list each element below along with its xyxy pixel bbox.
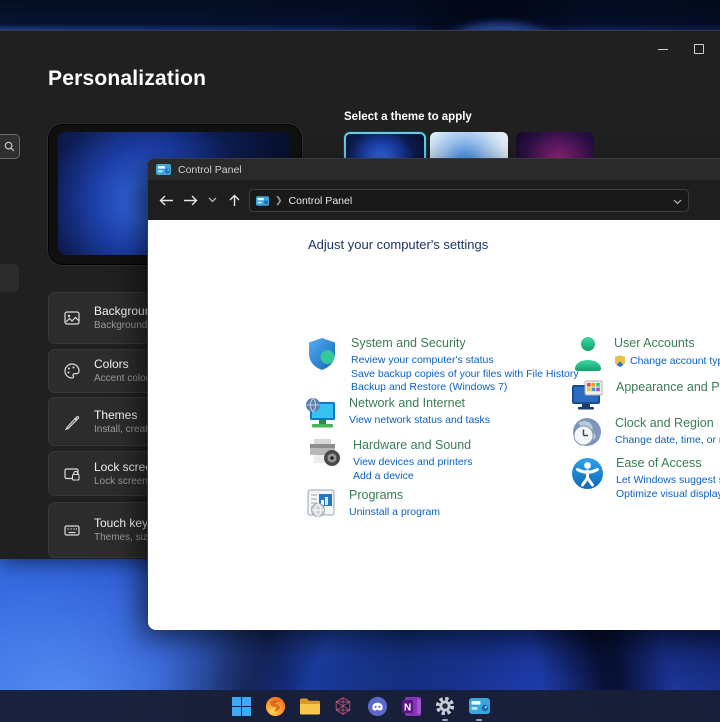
sidebar-item-sublabel: Accent color, — [94, 373, 152, 384]
windows-logo-icon — [231, 696, 251, 716]
programs-icon — [307, 489, 335, 517]
task-link[interactable]: Optimize visual display — [616, 488, 720, 501]
address-dropdown-button[interactable] — [673, 192, 682, 210]
recent-pages-button[interactable] — [202, 188, 222, 212]
onenote-taskbar-button[interactable]: N — [400, 695, 422, 717]
sidebar-item-label: Colors — [94, 357, 129, 371]
start-button[interactable] — [230, 695, 252, 717]
settings-taskbar-button[interactable] — [434, 695, 456, 721]
appearance-icon — [572, 380, 603, 410]
discord-taskbar-button[interactable] — [366, 695, 388, 717]
lock-screen-icon — [64, 467, 80, 481]
firefox-icon — [265, 696, 285, 716]
ease-of-access-icon — [572, 458, 603, 489]
category-link[interactable]: User Accounts — [614, 336, 720, 351]
file-explorer-taskbar-button[interactable] — [298, 695, 320, 717]
nav-item-partial[interactable] — [0, 264, 19, 292]
up-button[interactable] — [222, 188, 246, 212]
sidebar-item-label: Themes — [94, 407, 138, 422]
wireframe-polyhedron-icon — [335, 697, 351, 715]
category-clock-and-region: Clock and Region Change date, time, or n… — [570, 416, 720, 450]
control-panel-navbar: ❯ Control Panel — [148, 180, 720, 220]
control-panel-content: Adjust your computer's settings System a… — [148, 220, 720, 630]
minimize-button[interactable] — [648, 39, 678, 59]
running-indicator — [476, 718, 482, 721]
onenote-icon: N — [401, 696, 421, 716]
category-ease-of-access: Ease of Access Let Windows suggest setti… — [570, 456, 720, 500]
forward-arrow-icon — [183, 195, 197, 205]
task-link[interactable]: Review your computer's status — [351, 354, 579, 367]
taskbar: N — [0, 690, 720, 722]
discord-icon — [367, 696, 387, 716]
breadcrumb: Control Panel — [288, 194, 353, 207]
firefox-taskbar-button[interactable] — [264, 695, 286, 717]
image-icon — [64, 311, 80, 325]
breadcrumb-separator: ❯ — [275, 195, 283, 205]
control-panel-icon — [156, 164, 171, 175]
category-link[interactable]: System and Security — [351, 336, 579, 351]
category-system-and-security: System and Security Review your computer… — [306, 336, 579, 394]
category-link[interactable]: Network and Internet — [349, 396, 490, 411]
task-link[interactable]: Change account type — [630, 355, 720, 368]
task-link[interactable]: View network status and tasks — [349, 414, 490, 427]
maximize-icon — [694, 44, 704, 54]
category-link[interactable]: Clock and Region — [615, 416, 720, 431]
category-programs: Programs Uninstall a program — [306, 488, 440, 519]
category-network-and-internet: Network and Internet View network status… — [304, 396, 490, 430]
page-title: Personalization — [48, 67, 207, 90]
3d-wireframe-app-taskbar-button[interactable] — [332, 695, 354, 717]
minimize-icon — [658, 48, 668, 50]
clock-globe-icon — [573, 418, 601, 446]
category-appearance-personalization: Appearance and Personalization — [571, 380, 720, 412]
window-title: Control Panel — [178, 163, 242, 176]
pencil-icon — [64, 415, 80, 430]
up-arrow-icon — [229, 194, 239, 206]
shield-icon — [309, 338, 335, 370]
sidebar-item-sublabel: Themes, size — [94, 532, 154, 543]
control-panel-window: Control Panel ❯ Control Panel Adjust you… — [147, 158, 720, 630]
address-bar[interactable]: ❯ Control Panel — [249, 189, 689, 212]
maximize-button[interactable] — [684, 39, 714, 59]
control-panel-icon — [256, 195, 269, 206]
user-icon — [575, 337, 601, 371]
control-panel-titlebar[interactable]: Control Panel — [148, 159, 720, 180]
control-panel-taskbar-button[interactable] — [468, 695, 490, 721]
folder-icon — [299, 698, 320, 714]
task-link[interactable]: Save backup copies of your files with Fi… — [351, 368, 579, 381]
keyboard-icon — [64, 525, 80, 536]
search-input[interactable] — [0, 134, 20, 159]
category-link[interactable]: Hardware and Sound — [353, 438, 472, 453]
theme-section-label: Select a theme to apply — [344, 111, 472, 123]
task-link[interactable]: Change date, time, or number formats — [615, 434, 720, 447]
back-arrow-icon — [159, 195, 173, 205]
back-button[interactable] — [154, 188, 178, 212]
task-link[interactable]: View devices and printers — [353, 456, 472, 469]
category-link[interactable]: Appearance and Personalization — [616, 380, 720, 395]
category-hardware-and-sound: Hardware and Sound View devices and prin… — [306, 438, 472, 482]
gear-icon — [435, 696, 455, 716]
category-link[interactable]: Programs — [349, 488, 440, 503]
cp-heading: Adjust your computer's settings — [308, 237, 489, 252]
category-user-accounts: User Accounts Change account type — [573, 336, 720, 372]
control-panel-icon — [468, 698, 490, 714]
forward-button[interactable] — [178, 188, 202, 212]
uac-shield-icon — [615, 355, 625, 368]
sidebar-item-sublabel: Install, create — [94, 423, 154, 435]
palette-icon — [64, 363, 80, 379]
chevron-down-icon — [208, 197, 216, 203]
svg-text:N: N — [404, 702, 411, 713]
task-link[interactable]: Uninstall a program — [349, 506, 440, 519]
network-icon — [306, 397, 335, 428]
chevron-down-icon — [673, 199, 682, 204]
task-link[interactable]: Backup and Restore (Windows 7) — [351, 381, 579, 394]
sidebar-item-label: Touch keyb — [94, 516, 155, 530]
category-link[interactable]: Ease of Access — [616, 456, 720, 471]
search-icon — [4, 141, 15, 152]
task-link[interactable]: Let Windows suggest settings — [616, 474, 720, 487]
task-link[interactable]: Add a device — [353, 470, 472, 483]
running-indicator — [442, 718, 448, 721]
printer-icon — [310, 439, 340, 466]
